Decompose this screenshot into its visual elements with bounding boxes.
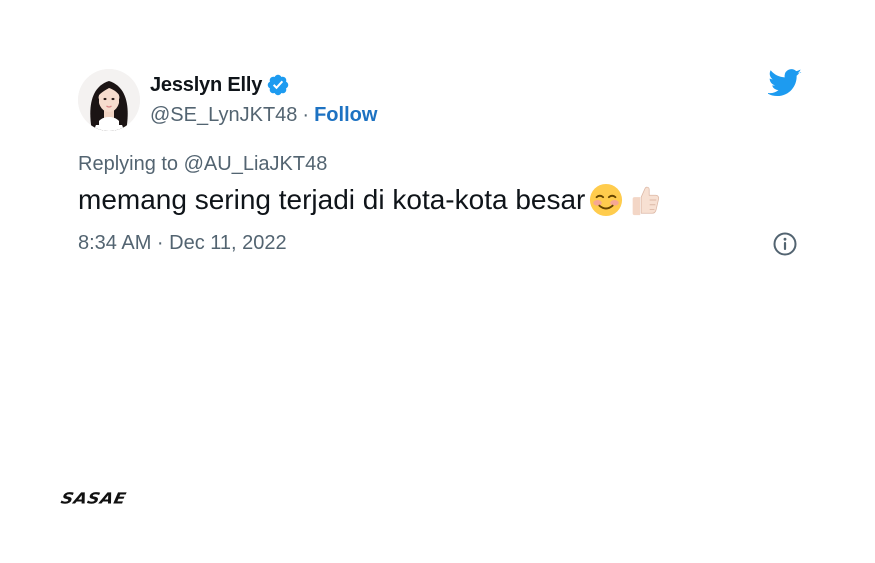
tweet-text: memang sering terjadi di kota-kota besar xyxy=(78,183,661,217)
display-name[interactable]: Jesslyn Elly xyxy=(150,74,262,97)
name-row: Jesslyn Elly xyxy=(150,72,377,98)
tweet-card: Jesslyn Elly @SE_LynJKT48 · Follow Reply… xyxy=(78,66,806,266)
brand-logo: SASAE xyxy=(59,490,128,508)
replying-to[interactable]: Replying to @AU_LiaJKT48 xyxy=(78,153,327,176)
verified-badge-icon xyxy=(266,73,290,97)
avatar-image xyxy=(78,69,140,131)
tweet-text-content: memang sering terjadi di kota-kota besar xyxy=(78,184,586,215)
thumbs-up-icon xyxy=(627,183,661,217)
user-handle[interactable]: @SE_LynJKT48 xyxy=(150,104,297,127)
avatar[interactable] xyxy=(78,69,140,131)
separator-dot: · xyxy=(302,103,310,126)
handle-row: @SE_LynJKT48 · Follow xyxy=(150,102,377,128)
info-icon[interactable] xyxy=(772,231,798,257)
timestamp[interactable]: 8:34 AM · Dec 11, 2022 xyxy=(78,232,287,255)
twitter-bird-icon[interactable] xyxy=(766,68,802,98)
user-info: Jesslyn Elly @SE_LynJKT48 · Follow xyxy=(150,72,377,128)
follow-button[interactable]: Follow xyxy=(314,104,377,127)
smiling-face-with-blush-icon xyxy=(589,183,623,217)
